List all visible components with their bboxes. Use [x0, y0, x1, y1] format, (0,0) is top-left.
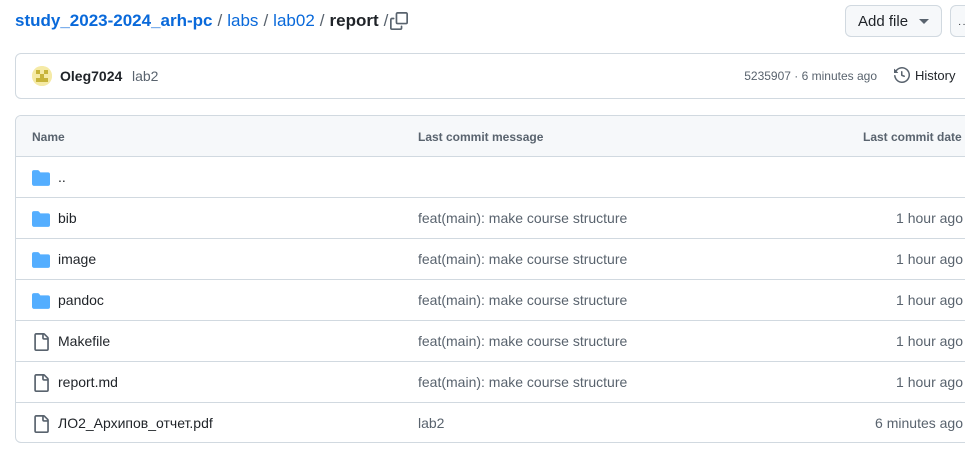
file-name[interactable]: report.md — [58, 374, 118, 390]
breadcrumb-separator: / — [263, 11, 269, 30]
file-commit-message[interactable]: feat(main): make course structure — [418, 251, 627, 267]
table-row[interactable]: report.md feat(main): make course struct… — [16, 362, 965, 403]
table-row[interactable]: image feat(main): make course structure … — [16, 239, 965, 280]
file-commit-message[interactable]: feat(main): make course structure — [418, 292, 627, 308]
column-header-date: Last commit date — [863, 130, 962, 144]
commit-meta[interactable]: 5235907 · 6 minutes ago — [744, 69, 877, 83]
latest-commit-bar: Oleg7024 lab2 5235907 · 6 minutes ago Hi… — [15, 53, 965, 99]
file-commit-date: 1 hour ago — [896, 210, 963, 226]
file-name[interactable]: bib — [58, 210, 77, 226]
file-commit-message[interactable]: feat(main): make course structure — [418, 333, 627, 349]
file-table: Name Last commit message Last commit dat… — [15, 115, 965, 443]
identicon-icon — [32, 66, 52, 86]
table-row[interactable]: Makefile feat(main): make course structu… — [16, 321, 965, 362]
file-name[interactable]: ЛО2_Архипов_отчет.pdf — [58, 415, 213, 431]
copy-path-button[interactable] — [388, 10, 410, 32]
history-button[interactable]: History — [894, 67, 955, 83]
repo-header: study_2023-2024_arh-pc / labs / lab02 / … — [0, 0, 965, 44]
avatar[interactable] — [32, 66, 52, 86]
breadcrumb-repo-link[interactable]: study_2023-2024_arh-pc — [15, 10, 213, 32]
file-name[interactable]: pandoc — [58, 292, 104, 308]
file-name[interactable]: .. — [58, 169, 66, 185]
file-icon — [34, 333, 49, 351]
table-row[interactable]: .. — [16, 157, 965, 198]
file-commit-date: 1 hour ago — [896, 292, 963, 308]
folder-icon — [32, 170, 50, 186]
folder-icon — [32, 252, 50, 268]
file-name[interactable]: Makefile — [58, 333, 110, 349]
breadcrumb: study_2023-2024_arh-pc / labs / lab02 / … — [15, 10, 393, 32]
file-commit-message[interactable]: lab2 — [418, 415, 444, 431]
table-header: Name Last commit message Last commit dat… — [16, 116, 965, 157]
more-options-button[interactable]: ··· — [950, 5, 965, 37]
file-commit-date: 6 minutes ago — [875, 415, 963, 431]
copy-icon — [390, 12, 408, 30]
breadcrumb-separator: / — [217, 11, 223, 30]
folder-icon — [32, 211, 50, 227]
file-commit-date: 1 hour ago — [896, 333, 963, 349]
table-row[interactable]: ЛО2_Архипов_отчет.pdf lab2 6 minutes ago — [16, 403, 965, 442]
kebab-horizontal-icon: ··· — [958, 19, 965, 30]
add-file-label: Add file — [858, 12, 909, 30]
breadcrumb-lab02-link[interactable]: lab02 — [273, 10, 315, 32]
breadcrumb-separator: / — [319, 11, 325, 30]
breadcrumb-labs-link[interactable]: labs — [227, 10, 258, 32]
table-row[interactable]: pandoc feat(main): make course structure… — [16, 280, 965, 321]
column-header-name: Name — [32, 130, 65, 144]
column-header-message: Last commit message — [418, 130, 544, 144]
file-commit-message[interactable]: feat(main): make course structure — [418, 210, 627, 226]
commit-message[interactable]: lab2 — [132, 68, 158, 84]
file-icon — [34, 374, 49, 392]
file-icon — [34, 415, 49, 433]
commit-author[interactable]: Oleg7024 — [60, 68, 122, 84]
file-name[interactable]: image — [58, 251, 96, 267]
file-commit-message[interactable]: feat(main): make course structure — [418, 374, 627, 390]
table-row[interactable]: bib feat(main): make course structure 1 … — [16, 198, 965, 239]
file-commit-date: 1 hour ago — [896, 374, 963, 390]
triangle-down-icon — [919, 19, 929, 24]
file-commit-date: 1 hour ago — [896, 251, 963, 267]
history-label: History — [915, 67, 956, 83]
breadcrumb-current: report — [329, 11, 379, 30]
add-file-button[interactable]: Add file — [845, 5, 942, 37]
folder-icon — [32, 293, 50, 309]
history-icon — [894, 67, 910, 83]
